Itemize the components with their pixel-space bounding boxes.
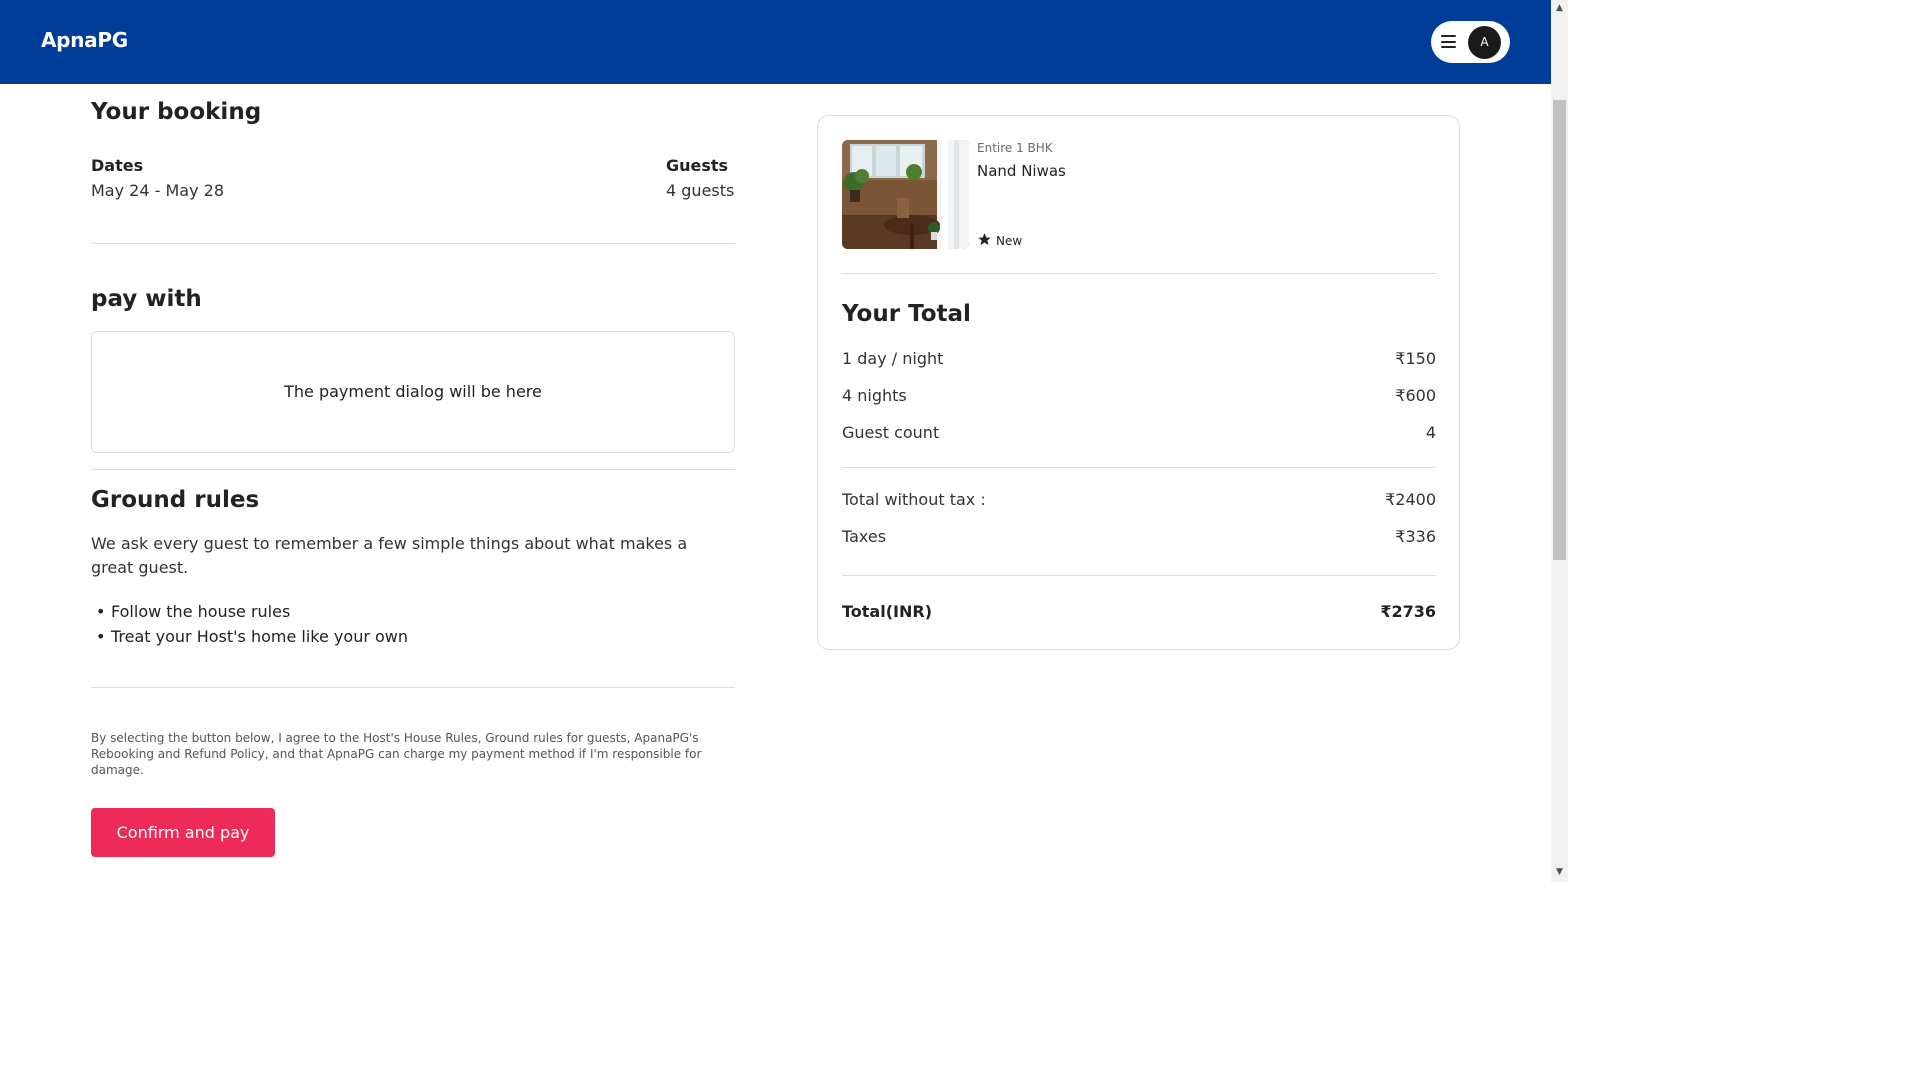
price-row: Guest count 4 — [842, 423, 1436, 447]
divider — [842, 273, 1436, 274]
guests-label: Guests — [666, 156, 729, 175]
price-row-label: Taxes — [842, 527, 887, 546]
property-name[interactable]: Nand Niwas — [977, 162, 1066, 180]
price-row-value: ₹600 — [1395, 386, 1436, 405]
dates-label: Dates — [91, 156, 144, 175]
grand-total-value: ₹2736 — [1380, 602, 1436, 621]
divider — [91, 243, 735, 244]
price-row: 4 nights ₹600 — [842, 386, 1436, 410]
guests-value: 4 guests — [666, 181, 735, 200]
confirm-and-pay-button[interactable]: Confirm and pay — [91, 808, 275, 857]
list-item: • Treat your Host's home like your own — [96, 627, 409, 646]
hamburger-menu-icon — [1441, 35, 1456, 48]
price-row-label: Guest count — [842, 423, 940, 442]
price-row-label: Total without tax : — [842, 490, 986, 509]
agreement-text: By selecting the button below, I agree t… — [91, 731, 702, 777]
property-type: Entire 1 BHK — [977, 141, 1053, 155]
divider — [91, 469, 735, 470]
divider — [91, 687, 735, 688]
price-row: Total without tax : ₹2400 — [842, 490, 1436, 514]
your-total-title: Your Total — [842, 301, 971, 327]
list-item: • Follow the house rules — [96, 602, 291, 621]
rule-text: Treat your Host's home like your own — [111, 627, 409, 646]
top-navbar: ApnaPG A — [0, 0, 1551, 84]
price-row-label: 1 day / night — [842, 349, 944, 368]
price-row-value: ₹2400 — [1385, 490, 1436, 509]
payment-dialog-placeholder[interactable]: The payment dialog will be here — [91, 331, 735, 453]
star-icon — [978, 233, 991, 246]
scrollbar-thumb[interactable] — [1553, 100, 1566, 560]
scroll-up-arrow-icon[interactable]: ▲ — [1551, 0, 1568, 17]
booking-title: Your booking — [91, 99, 262, 125]
price-row-value: ₹336 — [1395, 527, 1436, 546]
price-row: Taxes ₹336 — [842, 527, 1436, 551]
price-row-value: ₹150 — [1395, 349, 1436, 368]
price-row-label: 4 nights — [842, 386, 907, 405]
property-thumbnail[interactable] — [842, 140, 969, 249]
pay-with-title: pay with — [91, 286, 202, 312]
price-row-value: 4 — [1425, 423, 1436, 442]
avatar: A — [1468, 26, 1501, 59]
scroll-down-arrow-icon[interactable]: ▼ — [1551, 864, 1568, 881]
payment-dialog-text: The payment dialog will be here — [284, 382, 542, 401]
rule-text: Follow the house rules — [111, 602, 291, 621]
app-logo[interactable]: ApnaPG — [41, 28, 128, 52]
price-summary-card: Entire 1 BHK Nand Niwas New Your Total 1… — [817, 115, 1460, 650]
price-row: 1 day / night ₹150 — [842, 349, 1436, 373]
rating-label: New — [996, 234, 1023, 248]
ground-rules-title: Ground rules — [91, 487, 260, 513]
grand-total-row: Total(INR) ₹2736 — [842, 602, 1436, 626]
user-menu-button[interactable]: A — [1431, 21, 1510, 63]
grand-total-label: Total(INR) — [842, 602, 932, 621]
ground-rules-description: We ask every guest to remember a few sim… — [91, 534, 688, 577]
rating: New — [977, 232, 1022, 248]
divider — [842, 575, 1436, 576]
ground-rules-list: • Follow the house rules • Treat your Host… — [96, 599, 408, 649]
divider — [842, 467, 1436, 468]
dates-value: May 24 - May 28 — [91, 181, 224, 200]
page-scrollbar[interactable]: ▲ ▼ — [1551, 0, 1568, 882]
